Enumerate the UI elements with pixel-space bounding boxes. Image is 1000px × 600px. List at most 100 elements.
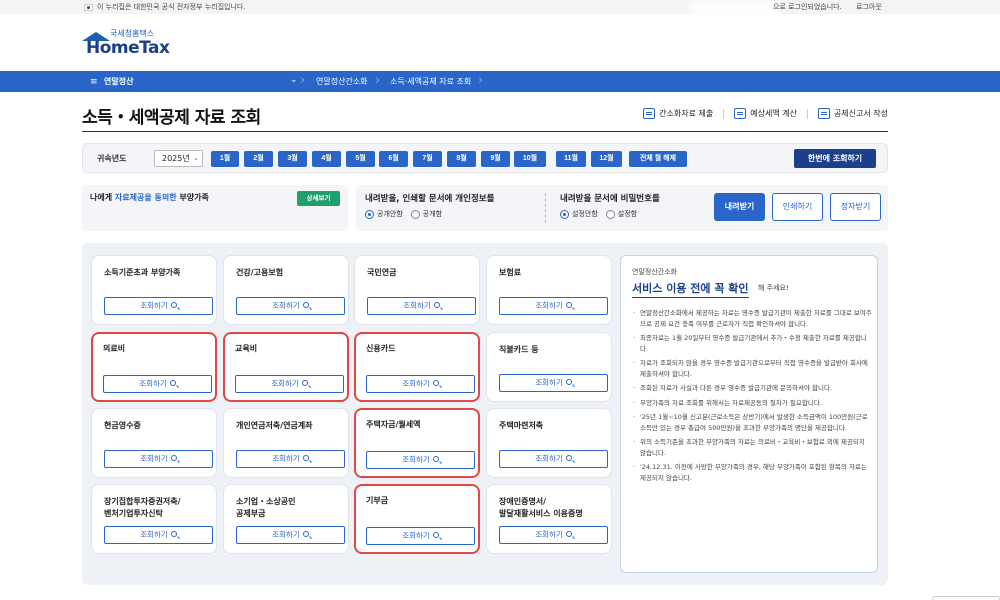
month-button-5[interactable]: 5월	[346, 151, 375, 167]
options-divider	[545, 193, 546, 223]
nav-menu-label[interactable]: 연말정산	[104, 76, 133, 87]
dependent-consent-box: 나에게 자료제공을 동의한 부양가족 상세보기	[82, 185, 348, 231]
query-button[interactable]: 조회하기	[103, 375, 212, 393]
notice-item: 조회된 자료가 사실과 다른 경우 영수증 발급기관에 문의하셔야 합니다.	[632, 383, 872, 394]
personal-info-radio-group: 공개안함 공개함	[365, 209, 442, 219]
deduction-card: 신용카드 조회하기	[354, 332, 480, 402]
query-button-label: 조회하기	[272, 530, 300, 539]
blurred-username	[690, 0, 780, 24]
deduction-card: 개인연금저축/연금계좌 조회하기	[223, 408, 349, 478]
query-button[interactable]: 조회하기	[499, 450, 608, 468]
query-button[interactable]: 조회하기	[104, 297, 213, 315]
title-actions: 간소화자료 제출 예상세액 계산 공제신고서 작성	[643, 108, 888, 119]
query-all-button[interactable]: 한번에 조회하기	[794, 149, 876, 168]
search-icon	[169, 380, 176, 386]
month-button-2[interactable]: 2월	[244, 151, 273, 167]
submit-simplified-data-button[interactable]: 간소화자료 제출	[643, 108, 713, 119]
month-button-1[interactable]: 1월	[211, 151, 239, 167]
personal-info-option-title: 내려받을, 인쇄할 문서에 개인정보를	[365, 194, 495, 204]
search-icon	[302, 455, 309, 461]
query-button-label: 조회하기	[535, 530, 563, 539]
consent-highlight: 자료제공을 동의한	[114, 193, 177, 202]
query-button[interactable]: 조회하기	[104, 526, 213, 544]
consent-text: 나에게 자료제공을 동의한 부양가족	[90, 192, 209, 203]
query-button[interactable]: 조회하기	[367, 297, 476, 315]
month-button-4[interactable]: 4월	[312, 151, 341, 167]
query-button-label: 조회하기	[140, 301, 168, 310]
search-icon	[565, 455, 572, 461]
query-button[interactable]: 조회하기	[236, 450, 345, 468]
query-button[interactable]: 조회하기	[499, 526, 608, 544]
chevron-down-icon[interactable]: ⌄	[290, 75, 298, 85]
deduction-card-title: 장애인증명서/ 발달재활서비스 이용증명	[499, 497, 583, 518]
query-button[interactable]: 조회하기	[366, 451, 475, 469]
month-button-8[interactable]: 8월	[447, 151, 476, 167]
hamburger-icon[interactable]: ≡	[90, 77, 98, 87]
query-button[interactable]: 조회하기	[499, 374, 608, 392]
query-button[interactable]: 조회하기	[235, 375, 344, 393]
search-icon	[170, 531, 177, 537]
query-button-label: 조회하기	[535, 301, 563, 310]
notice-item: '25년 1월~10월 신고분(근로소득은 상반기)에서 발생한 소득금액이 1…	[632, 412, 872, 433]
deduction-card: 국민연금 조회하기	[354, 255, 480, 325]
write-deduction-form-button[interactable]: 공제신고서 작성	[817, 108, 888, 119]
print-button[interactable]: 인쇄하기	[772, 193, 823, 221]
radio-personal-hide[interactable]: 공개안함	[365, 209, 403, 219]
year-month-filter: 귀속년도 2025년 ⌄ 1월 2월 3월 4월 5월 6월 7월 8월 9월 …	[82, 143, 888, 173]
radio-password-on[interactable]: 설정함	[605, 209, 637, 219]
password-option-title: 내려받을 문서에 비밀번호를	[560, 194, 660, 204]
korea-flag-icon	[84, 3, 93, 11]
deduction-card-title: 건강/고용보험	[236, 268, 284, 277]
breadcrumb-separator: ›	[300, 73, 306, 88]
logout-link[interactable]: 로그아웃	[856, 2, 882, 12]
month-button-11[interactable]: 11월	[556, 151, 586, 167]
hometax-logo[interactable]: 국세청홈택스 HomeTax	[82, 28, 172, 58]
query-button-label: 조회하기	[402, 455, 430, 464]
consent-prefix: 나에게	[90, 193, 113, 202]
query-button-label: 조회하기	[140, 454, 168, 463]
tax-forms-button[interactable]: 정자받기	[830, 193, 881, 221]
deduction-card-title: 직불카드 등	[499, 345, 539, 354]
month-button-7[interactable]: 7월	[413, 151, 442, 167]
deduction-card-title: 기부금	[366, 496, 389, 505]
detail-view-button[interactable]: 상세보기	[297, 191, 340, 206]
radio-circle	[410, 209, 420, 219]
deduction-card-title: 주택마련저축	[499, 421, 544, 430]
estimate-tax-button[interactable]: 예상세액 계산	[734, 108, 797, 119]
year-select-value: 2025년	[162, 154, 190, 163]
month-button-12[interactable]: 12월	[591, 151, 622, 167]
query-button[interactable]: 조회하기	[366, 527, 475, 545]
year-select[interactable]: 2025년 ⌄	[154, 150, 203, 167]
month-button-3[interactable]: 3월	[278, 151, 307, 167]
query-button[interactable]: 조회하기	[104, 450, 213, 468]
deduction-card: 소기업・소상공인 공제부금 조회하기	[223, 484, 349, 554]
month-button-9[interactable]: 9월	[481, 151, 510, 167]
clear-all-months-button[interactable]: 전체 월 해제	[629, 151, 687, 167]
chevron-down-icon: ⌄	[193, 154, 199, 162]
breadcrumb-item-current[interactable]: 소득·세액공제 자료 조회	[390, 76, 471, 87]
notice-item: 자료가 조회되지 않을 경우 영수증 발급기관으로부터 직접 영수증을 발급받아…	[632, 358, 872, 379]
deduction-card: 주택자금/월세액 조회하기	[354, 408, 480, 478]
query-button[interactable]: 조회하기	[366, 375, 475, 393]
horizontal-scrollbar[interactable]	[932, 596, 1000, 600]
action-label: 예상세액 계산	[750, 109, 797, 118]
month-button-6[interactable]: 6월	[379, 151, 408, 167]
query-button[interactable]: 조회하기	[236, 297, 345, 315]
radio-personal-show[interactable]: 공개함	[410, 209, 443, 219]
download-button[interactable]: 내려받기	[714, 193, 765, 221]
breadcrumb-item-simplified[interactable]: 연말정산간소화	[316, 76, 368, 87]
radio-label: 공개함	[422, 210, 443, 218]
deduction-card: 교육비조회하기	[223, 332, 349, 402]
radio-password-off[interactable]: 설정안함	[560, 209, 598, 219]
deduction-card-title: 소득기준초과 부양가족	[104, 268, 181, 277]
notice-pretitle: 연말정산간소화	[632, 268, 678, 276]
month-button-10[interactable]: 10월	[514, 151, 546, 167]
query-button[interactable]: 조회하기	[499, 297, 608, 315]
notice-item: '24.12.31. 이전에 사망한 부양가족의 경우, 해당 부양가족이 포함…	[632, 462, 872, 483]
query-button[interactable]: 조회하기	[236, 526, 345, 544]
deduction-card-title: 교육비	[235, 344, 258, 353]
notice-item: 부양가족의 자료 조회를 위해서는 자료제공동의 절차가 필요합니다.	[632, 398, 872, 409]
year-label: 귀속년도	[97, 154, 127, 163]
query-button-label: 조회하기	[535, 378, 563, 387]
search-icon	[170, 302, 177, 308]
